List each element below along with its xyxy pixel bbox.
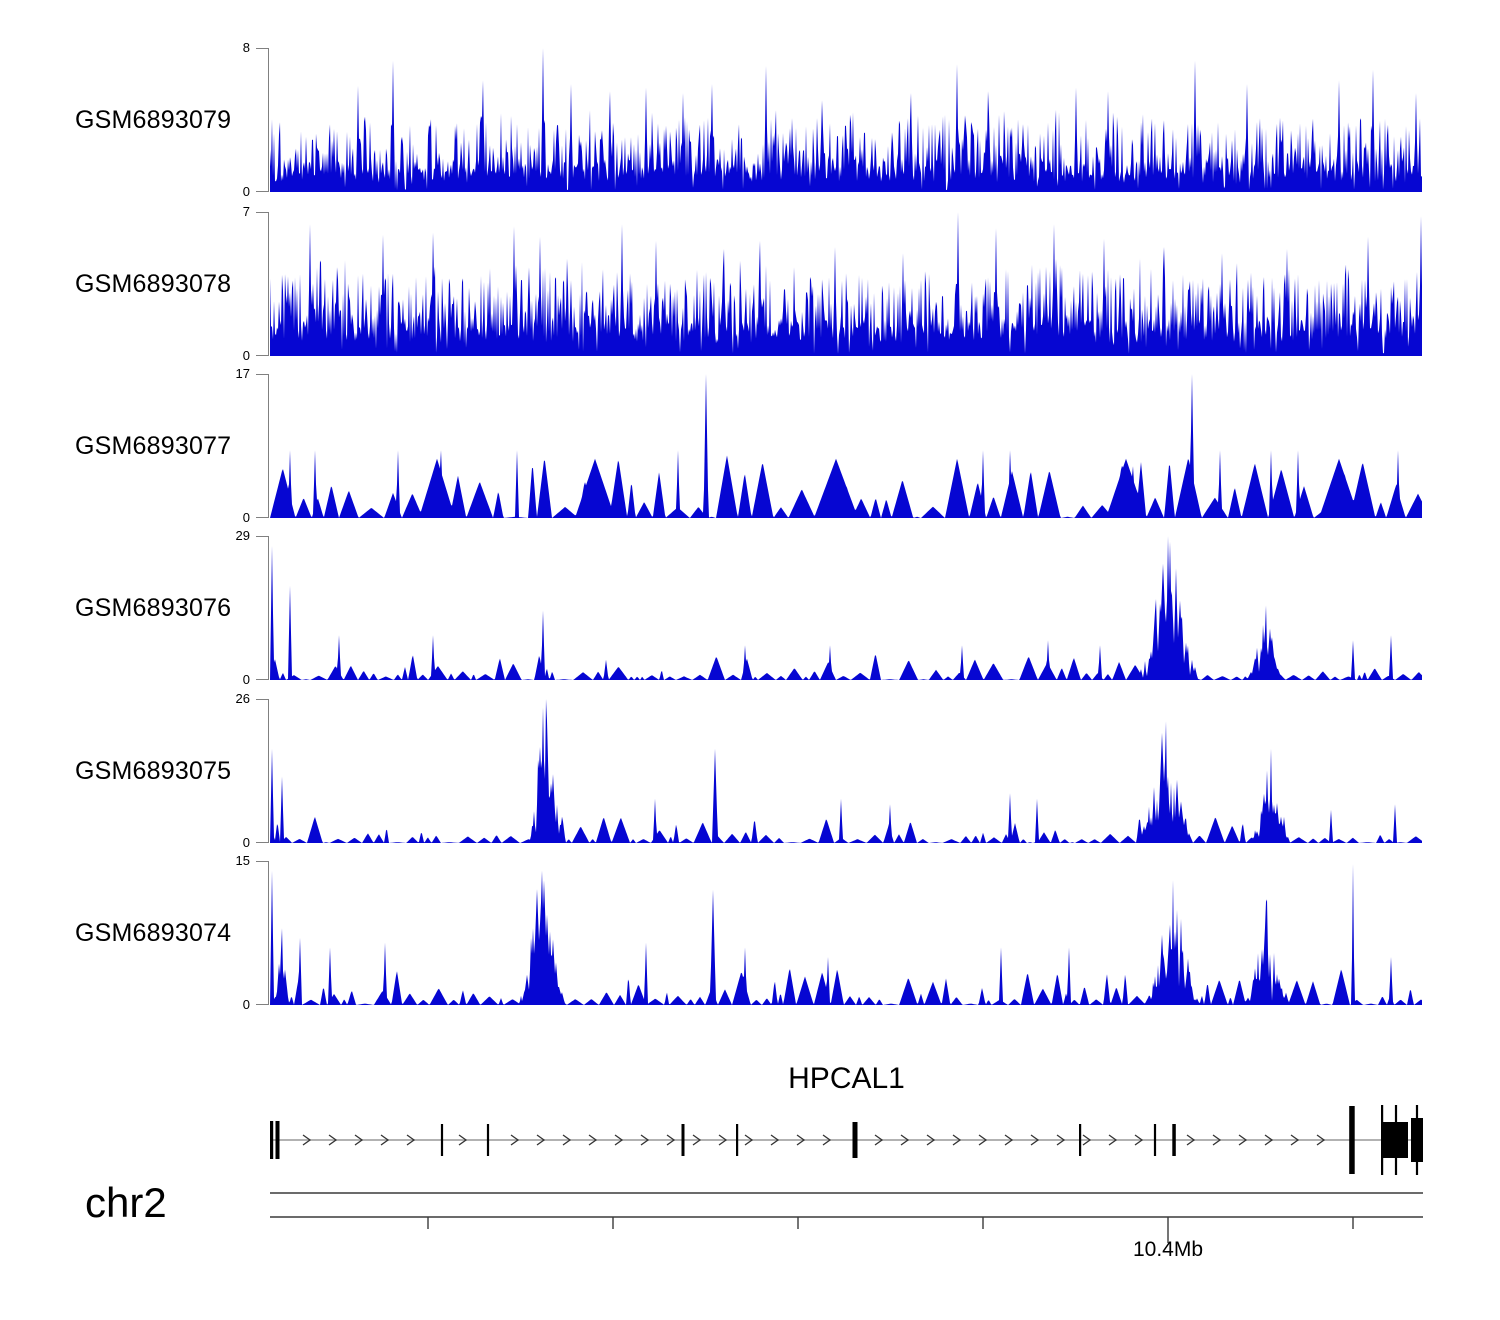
y-axis-zero-tick xyxy=(256,679,269,680)
y-axis-zero-tick xyxy=(256,191,269,192)
position-tick-label: 10.4Mb xyxy=(1088,1238,1248,1262)
track-label: GSM6893074 xyxy=(75,918,231,948)
signal-plot-GSM6893079 xyxy=(270,48,1423,192)
y-max-label: 8 xyxy=(198,40,250,56)
signal-plot-GSM6893075 xyxy=(270,699,1423,843)
y-axis-top-tick xyxy=(256,374,269,375)
y-zero-label: 0 xyxy=(198,997,250,1013)
y-axis-line xyxy=(268,699,269,843)
y-axis-line xyxy=(268,48,269,192)
y-zero-label: 0 xyxy=(198,348,250,364)
y-max-label: 29 xyxy=(198,528,250,544)
y-axis-line xyxy=(268,212,269,356)
y-axis-top-tick xyxy=(256,699,269,700)
y-axis-line xyxy=(268,374,269,518)
track-label: GSM6893075 xyxy=(75,756,231,786)
y-axis-zero-tick xyxy=(256,842,269,843)
y-max-label: 26 xyxy=(198,691,250,707)
gene-name-label: HPCAL1 xyxy=(270,1062,1423,1096)
y-max-label: 7 xyxy=(198,204,250,220)
y-zero-label: 0 xyxy=(198,835,250,851)
signal-plot-GSM6893076 xyxy=(270,536,1423,680)
y-axis-top-tick xyxy=(256,536,269,537)
y-max-label: 17 xyxy=(198,366,250,382)
y-axis-top-tick xyxy=(256,861,269,862)
y-axis-line xyxy=(268,536,269,680)
signal-plot-GSM6893074 xyxy=(270,861,1423,1005)
chromosome-label: chr2 xyxy=(85,1180,167,1226)
y-zero-label: 0 xyxy=(198,672,250,688)
y-axis-top-tick xyxy=(256,48,269,49)
y-axis-line xyxy=(268,861,269,1005)
y-axis-zero-tick xyxy=(256,355,269,356)
y-zero-label: 0 xyxy=(198,510,250,526)
y-zero-label: 0 xyxy=(198,184,250,200)
genome-browser-figure: GSM6893079 8 0 GSM6893078 7 0 GSM6893077 17 0 GSM… xyxy=(0,0,1500,1320)
y-axis-zero-tick xyxy=(256,517,269,518)
track-label: GSM6893076 xyxy=(75,593,231,623)
track-label: GSM6893077 xyxy=(75,431,231,461)
signal-plot-GSM6893078 xyxy=(270,212,1423,356)
y-axis-top-tick xyxy=(256,212,269,213)
signal-plot-GSM6893077 xyxy=(270,374,1423,518)
y-max-label: 15 xyxy=(198,853,250,869)
track-label: GSM6893078 xyxy=(75,269,231,299)
y-axis-zero-tick xyxy=(256,1004,269,1005)
gene-model-track xyxy=(270,1098,1440,1186)
genome-axis-track xyxy=(270,1185,1440,1265)
track-label: GSM6893079 xyxy=(75,105,231,135)
